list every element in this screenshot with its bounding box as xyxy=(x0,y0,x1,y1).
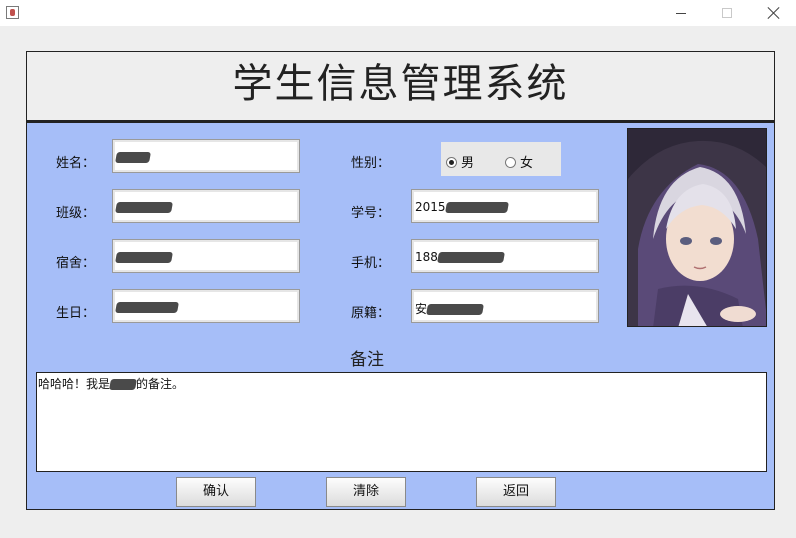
minimize-button[interactable] xyxy=(658,0,704,26)
dorm-field[interactable] xyxy=(112,239,300,273)
gender-male-label: 男 xyxy=(461,156,475,171)
back-button[interactable]: 返回 xyxy=(476,477,556,507)
radio-checked-icon xyxy=(446,157,457,168)
close-button[interactable] xyxy=(750,0,796,26)
notes-text-suffix: 的备注。 xyxy=(136,377,185,391)
radio-unchecked-icon xyxy=(505,157,516,168)
student-form-panel: 姓名： 性别： 男 女 班级： 学号： 2015 宿舍： 手机： 188 生日： xyxy=(26,121,775,510)
header-panel: 学生信息管理系统 xyxy=(26,51,775,121)
name-label: 姓名： xyxy=(56,156,96,171)
gender-male-radio[interactable]: 男 xyxy=(446,152,474,171)
redaction-mark xyxy=(426,304,484,315)
name-field[interactable] xyxy=(112,139,300,173)
birthday-field[interactable] xyxy=(112,289,300,323)
notes-textarea[interactable]: 哈哈哈！我是 的备注。 xyxy=(36,372,767,472)
window-title-bar xyxy=(0,0,796,26)
gender-female-radio[interactable]: 女 xyxy=(505,152,533,171)
gender-group: 男 女 xyxy=(441,142,561,176)
student-photo xyxy=(627,128,767,327)
window-content: 学生信息管理系统 姓名： 性别： 男 女 班级： 学号： 2015 宿舍： 手机… xyxy=(0,26,796,538)
maximize-icon xyxy=(722,8,732,18)
origin-label: 原籍： xyxy=(351,306,391,321)
class-field[interactable] xyxy=(112,189,300,223)
maximize-button[interactable] xyxy=(704,0,750,26)
class-label: 班级： xyxy=(56,206,96,221)
student-id-label: 学号： xyxy=(351,206,391,221)
redaction-mark xyxy=(115,302,179,313)
student-id-value: 2015 xyxy=(415,200,446,214)
phone-value: 188 xyxy=(415,250,438,264)
anime-avatar-image xyxy=(628,129,766,326)
origin-value: 安 xyxy=(415,302,428,316)
confirm-button[interactable]: 确认 xyxy=(176,477,256,507)
redaction-mark xyxy=(115,152,151,163)
gender-label: 性别： xyxy=(351,156,391,171)
phone-label: 手机： xyxy=(351,256,391,271)
dorm-label: 宿舍： xyxy=(56,256,96,271)
redaction-mark xyxy=(115,202,173,213)
java-app-icon xyxy=(6,6,19,19)
close-icon xyxy=(767,6,781,20)
notes-title: 备注 xyxy=(350,350,384,370)
notes-text-prefix: 哈哈哈！我是 xyxy=(38,377,111,391)
phone-field[interactable]: 188 xyxy=(411,239,599,273)
redaction-mark xyxy=(444,202,509,213)
gender-female-label: 女 xyxy=(520,156,534,171)
minimize-icon xyxy=(676,13,686,14)
birthday-label: 生日： xyxy=(56,306,96,321)
redaction-mark xyxy=(436,252,505,263)
clear-button[interactable]: 清除 xyxy=(326,477,406,507)
student-id-field[interactable]: 2015 xyxy=(411,189,599,223)
origin-field[interactable]: 安 xyxy=(411,289,599,323)
redaction-mark xyxy=(115,252,173,263)
app-title: 学生信息管理系统 xyxy=(232,61,569,107)
redaction-mark xyxy=(109,379,137,390)
